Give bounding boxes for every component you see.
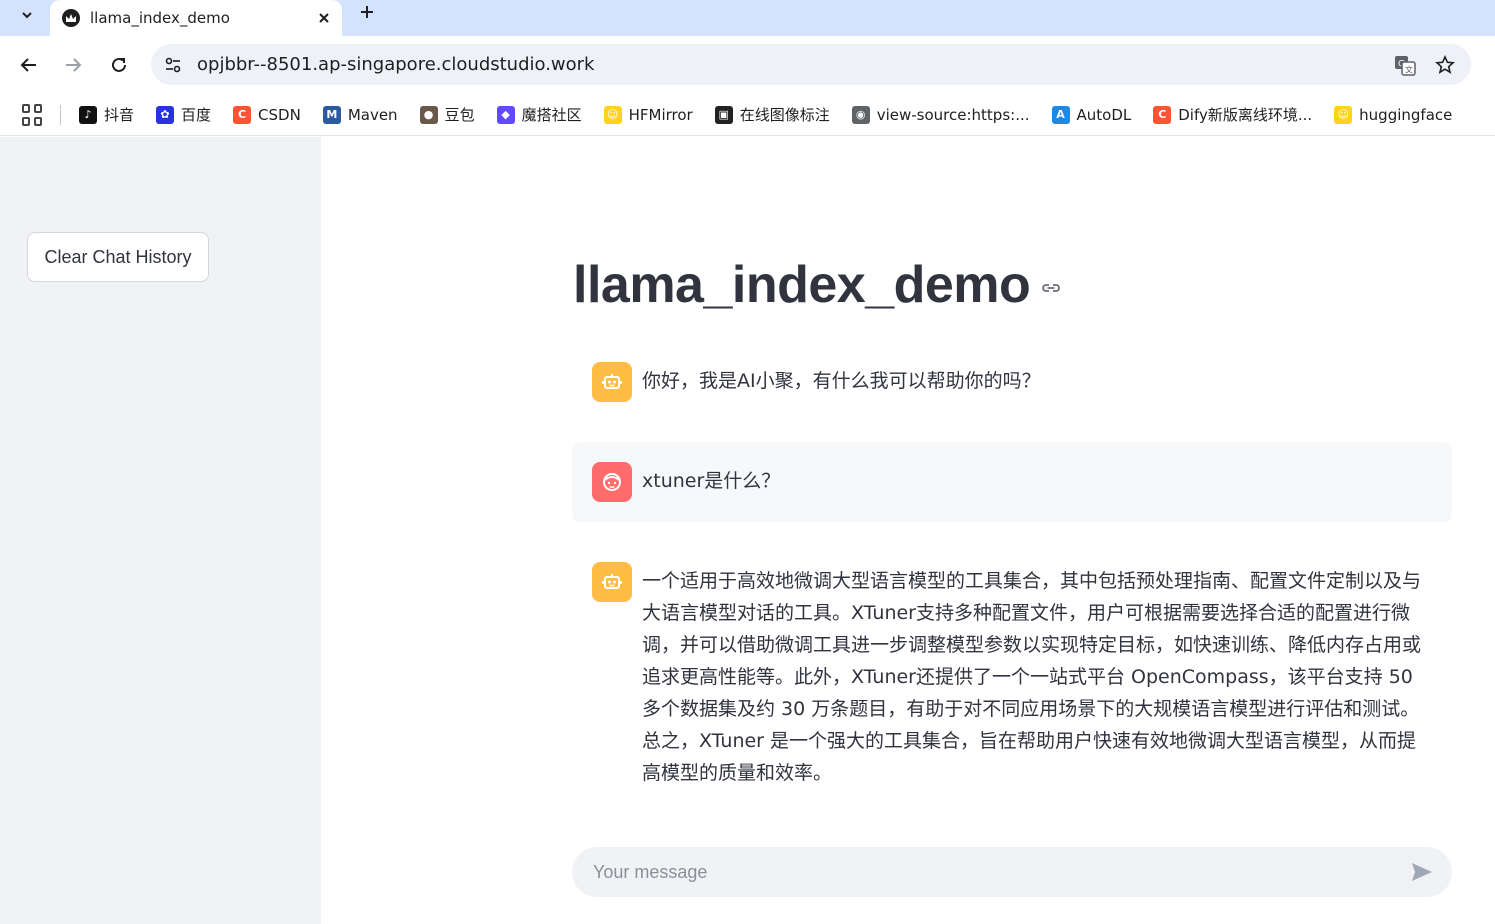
bookmarks-divider bbox=[60, 104, 61, 125]
csdn-icon: C bbox=[233, 105, 252, 124]
huggingface-icon: ☺ bbox=[1334, 105, 1353, 124]
arrow-right-icon bbox=[66, 58, 82, 72]
bookmark-label: 抖音 bbox=[104, 106, 135, 124]
arrow-left-icon bbox=[20, 58, 36, 72]
bookmark-label: 豆包 bbox=[444, 106, 475, 124]
bookmark-item[interactable]: ☺ huggingface bbox=[1334, 105, 1453, 124]
bookmark-item[interactable]: ● 豆包 bbox=[419, 104, 475, 125]
bookmark-label: huggingface bbox=[1359, 105, 1453, 124]
baidu-paw-icon: ✿ bbox=[156, 105, 175, 124]
chat-message-input[interactable] bbox=[593, 861, 1402, 883]
chat-message-assistant: 一个适用于高效地微调大型语言模型的工具集合，其中包括预处理指南、配置文件定制以及… bbox=[572, 542, 1452, 809]
bookmark-item[interactable]: ◉ view-source:https:... bbox=[851, 105, 1030, 124]
bookmark-item[interactable]: C Dify新版离线环境... bbox=[1153, 104, 1312, 125]
close-icon bbox=[319, 13, 329, 23]
chat-message-user: xtuner是什么？ bbox=[572, 442, 1452, 522]
title-row: llama_index_demo bbox=[573, 255, 1062, 315]
bookmark-item[interactable]: ◆ 魔搭社区 bbox=[496, 104, 582, 125]
bookmark-label: 魔搭社区 bbox=[521, 106, 582, 124]
bookmarks-bar: ♪ 抖音 ✿ 百度 C CSDN M Maven ● 豆包 ◆ 魔搭社区 ☺ HFMirror ▣ 在线图像标… bbox=[0, 94, 1495, 136]
hf-mirror-icon: ☺ bbox=[603, 105, 622, 124]
bookmark-label: 在线图像标注 bbox=[739, 106, 830, 124]
chat-message-assistant: 你好，我是AI小聚，有什么我可以帮助你的吗？ bbox=[572, 342, 1452, 422]
autodl-icon: A bbox=[1051, 105, 1070, 124]
send-button[interactable] bbox=[1402, 852, 1442, 892]
site-info-icon[interactable] bbox=[161, 53, 185, 77]
main-content: llama_index_demo 你好，我是AI小聚，有什么我可以帮助你的吗？ … bbox=[321, 137, 1495, 924]
clear-chat-history-button[interactable]: Clear Chat History bbox=[27, 232, 209, 282]
tab-strip: llama_index_demo bbox=[0, 0, 1495, 36]
tab-title: llama_index_demo bbox=[90, 9, 230, 27]
chat-input-bar bbox=[572, 847, 1452, 897]
bookmark-item[interactable]: ▣ 在线图像标注 bbox=[714, 104, 830, 125]
message-text: 一个适用于高效地微调大型语言模型的工具集合，其中包括预处理指南、配置文件定制以及… bbox=[642, 570, 1422, 784]
bookmark-item[interactable]: ✿ 百度 bbox=[156, 104, 211, 125]
translate-icon[interactable]: G文 bbox=[1391, 51, 1419, 79]
bookmark-label: 百度 bbox=[181, 106, 212, 124]
bookmark-label: HFMirror bbox=[628, 105, 693, 124]
bookmark-item[interactable]: M Maven bbox=[322, 105, 398, 124]
back-button[interactable] bbox=[14, 50, 44, 80]
reload-icon bbox=[112, 57, 126, 72]
user-avatar-icon bbox=[592, 462, 632, 502]
chevron-down-icon bbox=[22, 12, 32, 19]
plus-icon bbox=[361, 6, 373, 18]
maven-icon: M bbox=[322, 105, 341, 124]
bookmark-item[interactable]: ☺ HFMirror bbox=[603, 105, 693, 124]
bookmark-label: Maven bbox=[347, 105, 398, 124]
svg-text:文: 文 bbox=[1405, 64, 1413, 74]
bookmark-label: Dify新版离线环境... bbox=[1178, 106, 1313, 124]
globe-icon: ◉ bbox=[851, 105, 870, 124]
close-tab-button[interactable] bbox=[312, 6, 336, 30]
app-sidebar: Clear Chat History bbox=[0, 137, 321, 924]
modelscope-icon: ◆ bbox=[496, 105, 515, 124]
bookmark-item[interactable]: C CSDN bbox=[233, 105, 301, 124]
image-annotate-icon: ▣ bbox=[714, 105, 733, 124]
page-title: llama_index_demo bbox=[573, 256, 1031, 314]
message-text: 你好，我是AI小聚，有什么我可以帮助你的吗？ bbox=[642, 370, 1041, 392]
star-bookmark-icon[interactable] bbox=[1431, 51, 1459, 79]
active-tab[interactable]: llama_index_demo bbox=[50, 0, 342, 36]
douyin-icon: ♪ bbox=[79, 105, 97, 124]
new-tab-button[interactable] bbox=[352, 0, 382, 24]
url-text: opjbbr--8501.ap-singapore.cloudstudio.wo… bbox=[197, 54, 595, 75]
streamlit-crown-icon bbox=[62, 9, 80, 27]
bookmark-label: AutoDL bbox=[1076, 105, 1132, 124]
browser-toolbar: opjbbr--8501.ap-singapore.cloudstudio.wo… bbox=[0, 36, 1495, 94]
reload-button[interactable] bbox=[104, 50, 134, 80]
dify-csdn-icon: C bbox=[1153, 105, 1172, 124]
bookmark-list: ♪ 抖音 ✿ 百度 C CSDN M Maven ● 豆包 ◆ 魔搭社区 ☺ HFMirror ▣ 在线图像标… bbox=[79, 104, 1474, 125]
doubao-icon: ● bbox=[419, 105, 438, 124]
bookmark-label: CSDN bbox=[258, 105, 301, 124]
forward-button[interactable] bbox=[58, 50, 88, 80]
tab-search-button[interactable] bbox=[8, 0, 46, 30]
address-bar[interactable]: opjbbr--8501.ap-singapore.cloudstudio.wo… bbox=[151, 44, 1471, 85]
bot-avatar-icon bbox=[592, 562, 632, 602]
bot-avatar-icon bbox=[592, 362, 632, 402]
bookmark-item[interactable]: A AutoDL bbox=[1051, 105, 1132, 124]
apps-grid-icon[interactable] bbox=[22, 103, 44, 126]
bookmark-label: view-source:https:... bbox=[876, 105, 1030, 124]
bookmark-item[interactable]: ♪ 抖音 bbox=[79, 104, 134, 125]
send-icon bbox=[1412, 863, 1432, 881]
anchor-link-icon[interactable] bbox=[1040, 277, 1062, 299]
message-text: xtuner是什么？ bbox=[642, 470, 781, 492]
